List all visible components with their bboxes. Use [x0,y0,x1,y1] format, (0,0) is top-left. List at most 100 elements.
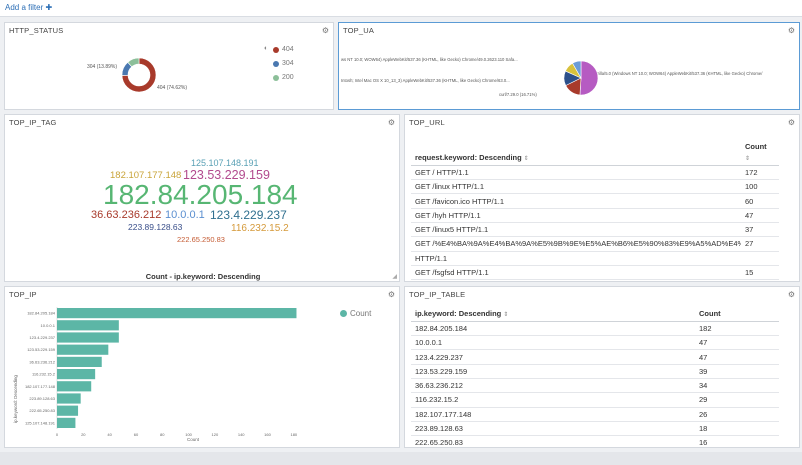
table-row[interactable]: 36.63.236.212 34 [411,378,779,394]
table-row[interactable]: 223.89.128.63 18 [411,421,779,437]
table-row[interactable]: GET /linux HTTP/1.1 100 [411,179,779,195]
legend-item-200[interactable]: 200 [273,74,294,81]
ua-label-curl: curl/7.29.0 (16.71%) [499,92,537,97]
bar[interactable] [57,356,102,367]
sort-icon[interactable]: ⇕ [745,156,750,162]
x-tick-label: 100 [185,432,192,437]
bar[interactable] [57,320,119,331]
table-row[interactable]: GET /favicon.ico HTTP/1.1 60 [411,193,779,209]
table-row[interactable]: GET /hyh HTTP/1.1 47 [411,208,779,223]
table-row[interactable]: 123.53.229.159 39 [411,364,779,379]
table-row[interactable]: 10.0.0.1 47 [411,335,779,351]
tag-cloud-caption: Count - ip.keyword: Descending [145,272,261,281]
x-tick-label: 140 [238,432,245,437]
ua-label-left-1: ws NT 10.0; WOW64) AppleWebKit/537.36 (K… [341,57,518,62]
sort-cell: ⇕ [741,151,779,166]
add-filter-link[interactable]: Add a filter ✚ [5,3,52,12]
tag-cloud-word[interactable]: 10.0.0.1 [165,210,205,221]
table-row[interactable]: 222.65.250.83 16 [411,435,779,447]
tag-cloud-word[interactable]: 116.232.15.2 [231,224,289,234]
sort-icon[interactable]: ⇕ [503,312,508,318]
plus-icon: ✚ [45,3,53,12]
legend-dot [273,46,279,53]
bar[interactable] [57,308,297,319]
tag-cloud-word[interactable]: 36.63.236.212 [91,210,161,221]
column-header-label: ip.keyword: Descending [415,309,502,319]
bar[interactable] [57,332,119,343]
table-row[interactable]: GET /fsgfsd HTTP/1.1 15 [411,265,779,281]
gear-icon[interactable]: ⚙ [322,26,329,35]
request-cell: GET /fsgfsd HTTP/1.1 [411,265,741,281]
gear-icon[interactable]: ⚙ [788,118,795,127]
bar[interactable] [57,393,81,404]
bar[interactable] [57,344,109,355]
count-cell: 37 [741,222,779,238]
ip-cell: 10.0.0.1 [411,335,695,351]
column-header-request[interactable]: request.keyword: Descending ⇕ [411,151,741,166]
table-row[interactable]: GET /linux5 HTTP/1.1 37 [411,222,779,238]
gear-icon[interactable]: ⚙ [788,290,795,299]
column-header-count[interactable]: Count [695,307,779,322]
legend-label: 404 [282,46,294,53]
top-ua-slice[interactable] [579,60,599,96]
tag-cloud-word[interactable]: 223.89.128.63 [128,223,182,232]
column-header-label: Count [699,309,721,319]
tag-cloud-word[interactable]: 123.4.229.237 [210,209,287,221]
table-row[interactable]: 182.107.177.148 26 [411,407,779,422]
count-cell: 15 [741,265,779,281]
table-row[interactable]: 123.4.229.237 47 [411,349,779,365]
top-ua-pie [563,60,599,96]
resize-handle-icon[interactable]: ◢ [392,273,397,280]
request-cell: HTTP/1.1 [411,251,741,266]
gear-icon[interactable]: ⚙ [788,26,795,35]
gear-icon[interactable]: ⚙ [388,118,395,127]
panel-top-url: TOP_URL ⚙ Count request.keyword: Descend… [404,114,800,282]
legend-toggle-icon[interactable]: ◐ [264,45,268,52]
y-tick-label: 123.4.229.237 [29,335,55,340]
panel-title: TOP_IP_TAG [9,118,57,127]
bar[interactable] [57,405,79,416]
legend-dot [273,60,279,67]
table-row[interactable]: GET /Hk HTTP/1.18 [411,279,779,281]
request-cell: GET /Hk HTTP/1.1 [411,279,741,281]
ip-cell: 116.232.15.2 [411,392,695,408]
sort-icon[interactable]: ⇕ [524,156,529,162]
table-row[interactable]: 116.232.15.2 29 [411,392,779,408]
legend-item-count[interactable]: Count [340,309,371,318]
x-tick-label: 40 [107,432,112,437]
column-header-ip[interactable]: ip.keyword: Descending ⇕ [411,307,695,322]
top-url-table-wrap: Count request.keyword: Descending ⇕ ⇕ GE… [411,141,779,281]
table-header-row: request.keyword: Descending ⇕ ⇕ [411,151,779,166]
tag-cloud-word[interactable]: 222.65.250.83 [177,236,225,244]
column-header-count[interactable]: Count [741,141,779,151]
panel-top-ua: TOP_UA ⚙ ws NT 10.0; WOW64) AppleWebKit/… [338,22,800,110]
tag-cloud-word[interactable]: 182.84.205.184 [103,181,298,209]
count-cell: 39 [695,364,779,379]
legend-item-404[interactable]: 404 [273,46,294,53]
panel-http-status: HTTP_STATUS ⚙ 304 (13.89%) 404 (74.62%) … [4,22,334,110]
tag-cloud-word[interactable]: 125.107.148.191 [191,159,259,168]
y-tick-label: 36.63.236.212 [29,359,55,364]
ip-cell: 123.4.229.237 [411,349,695,365]
count-cell: 34 [695,378,779,394]
bar[interactable] [57,417,76,428]
table-row[interactable]: GET / HTTP/1.1 172 [411,165,779,181]
table-row[interactable]: GET /%E4%BA%9A%E4%BA%9A%E5%9B%9E%E5%AE%B… [411,236,779,252]
y-tick-label: 223.89.128.63 [29,396,55,401]
table-row[interactable]: 182.84.205.184 182 [411,321,779,337]
request-cell: GET /favicon.ico HTTP/1.1 [411,193,741,209]
legend-item-304[interactable]: 304 [273,60,294,67]
x-tick-label: 80 [160,432,165,437]
slice-label-304: 304 (13.89%) [87,64,117,70]
y-tick-label: 116.232.15.2 [32,372,56,377]
top-url-table: Count request.keyword: Descending ⇕ ⇕ GE… [411,141,779,281]
ip-cell: 123.53.229.159 [411,364,695,379]
table-row[interactable]: HTTP/1.1 [411,251,779,266]
y-tick-label: 125.107.148.191 [25,420,56,425]
x-tick-label: 120 [212,432,219,437]
bar[interactable] [57,381,92,392]
request-cell: GET /%E4%BA%9A%E4%BA%9A%E5%9B%9E%E5%AE%B… [411,236,741,252]
bar[interactable] [57,369,96,380]
y-axis-title: ip.keyword: Descending [13,375,18,423]
y-tick-label: 182.107.177.148 [25,384,56,389]
